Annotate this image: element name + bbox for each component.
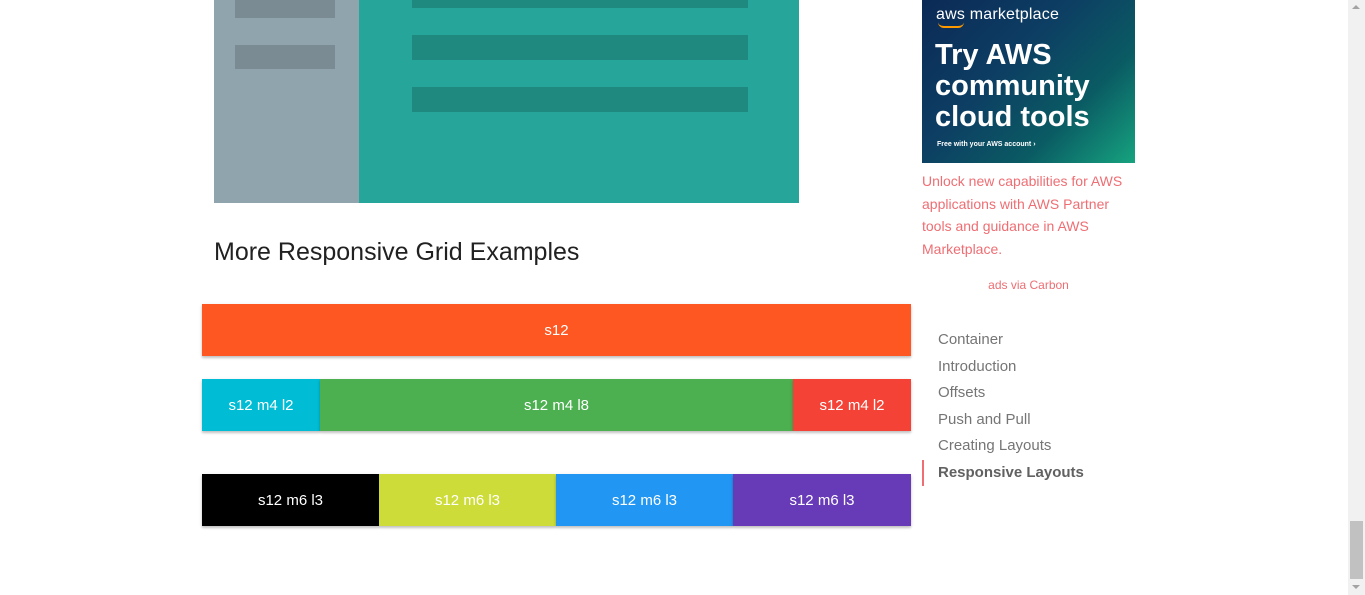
toc-item-offsets[interactable]: Offsets [922, 380, 1142, 407]
scrollbar-thumb[interactable] [1350, 521, 1363, 579]
illustration-content-bar [412, 87, 748, 112]
grid-cell-l3: s12 m6 l3 [733, 474, 911, 526]
illustration-content-bar [412, 35, 748, 60]
ad-description-link[interactable]: Unlock new capabilities for AWS applicat… [922, 170, 1135, 260]
toc-item-introduction[interactable]: Introduction [922, 354, 1142, 381]
scroll-down-arrow-icon[interactable] [1352, 585, 1360, 589]
illustration-sidebar-bar [235, 0, 335, 18]
illustration-sidebar-bar [235, 45, 335, 69]
grid-row-1: s12 [202, 304, 911, 356]
grid-row-2: s12 m4 l2 s12 m4 l8 s12 m4 l2 [202, 379, 911, 431]
aws-smile-icon [938, 22, 964, 28]
ad-headline: Try AWS community cloud tools [935, 39, 1090, 133]
grid-cell-l8: s12 m4 l8 [320, 379, 793, 431]
toc-item-container[interactable]: Container [922, 327, 1142, 354]
grid-cell-l3: s12 m6 l3 [202, 474, 379, 526]
layout-illustration [214, 0, 799, 203]
illustration-content-bar [412, 0, 748, 8]
grid-cell-l2: s12 m4 l2 [202, 379, 320, 431]
toc-item-push-and-pull[interactable]: Push and Pull [922, 407, 1142, 434]
toc-item-responsive-layouts[interactable]: Responsive Layouts [922, 459, 1142, 486]
grid-cell-l3: s12 m6 l3 [556, 474, 733, 526]
grid-cell-s12: s12 [202, 304, 911, 356]
vertical-scrollbar[interactable] [1348, 0, 1365, 595]
ad-banner[interactable]: aws marketplace Try AWS community cloud … [922, 0, 1135, 163]
section-title: More Responsive Grid Examples [214, 238, 580, 266]
grid-cell-l3: s12 m6 l3 [379, 474, 556, 526]
scroll-up-arrow-icon[interactable] [1352, 5, 1360, 9]
table-of-contents: Container Introduction Offsets Push and … [922, 327, 1142, 486]
ad-fine-print: Free with your AWS account › [937, 141, 1036, 148]
grid-row-3: s12 m6 l3 s12 m6 l3 s12 m6 l3 s12 m6 l3 [202, 474, 911, 526]
illustration-sidebar [214, 0, 359, 203]
toc-item-creating-layouts[interactable]: Creating Layouts [922, 433, 1142, 460]
grid-cell-l2: s12 m4 l2 [793, 379, 911, 431]
illustration-content [359, 0, 799, 203]
ads-via-carbon-link[interactable]: ads via Carbon [922, 278, 1135, 292]
